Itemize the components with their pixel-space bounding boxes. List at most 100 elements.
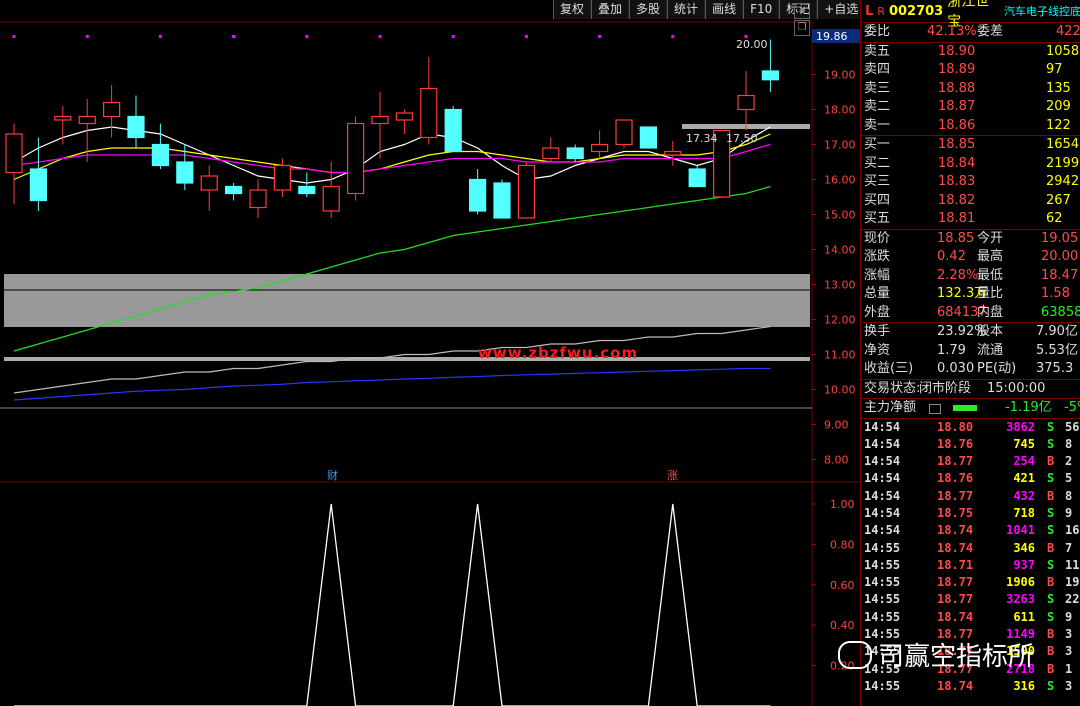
current-price-value: 19.86 bbox=[816, 30, 848, 43]
tick-count: 7 bbox=[1065, 540, 1073, 555]
candle-body bbox=[395, 112, 413, 121]
window-controls: ✕ bbox=[794, 3, 810, 19]
indicator-tick-label: 0.80 bbox=[830, 538, 855, 551]
tick-volume: 3862 bbox=[1006, 419, 1035, 434]
ask-row: 卖五 18.90 1058 bbox=[861, 43, 1080, 62]
tick-time: 14:55 bbox=[864, 592, 901, 607]
netflow-bar bbox=[953, 405, 977, 411]
overlay-button[interactable]: 叠加 bbox=[591, 0, 630, 19]
ask-label: 卖二 bbox=[864, 99, 891, 114]
menu-icon[interactable] bbox=[929, 404, 941, 414]
quote-label: 涨幅 bbox=[864, 267, 891, 283]
candle-body bbox=[371, 115, 389, 125]
ask-price: 18.89 bbox=[938, 62, 976, 77]
quote-row: 涨幅 2.28% 最低 18.47 bbox=[861, 267, 1080, 286]
price-tick-label: 11.00 bbox=[824, 349, 856, 362]
tick-count: 1 bbox=[1065, 661, 1073, 676]
tick-time: 14:55 bbox=[864, 609, 901, 624]
quote-value: 2.28% bbox=[937, 267, 979, 283]
netflow-label: 主力净额 bbox=[864, 400, 917, 415]
bid-row: 买二 18.84 2199 bbox=[861, 155, 1080, 174]
multi-stock-button[interactable]: 多股 bbox=[629, 0, 668, 19]
netflow-pct: -5% bbox=[1064, 400, 1080, 415]
tick-volume: 254 bbox=[1013, 454, 1035, 469]
tick-price: 18.80 bbox=[937, 419, 974, 434]
close-icon[interactable]: ✕ bbox=[794, 3, 810, 19]
tick-side: S bbox=[1047, 557, 1055, 572]
tick-time: 14:55 bbox=[864, 678, 901, 693]
quote-value-2: 638588 bbox=[1041, 304, 1080, 320]
kline-chart-area[interactable]: 19.00 18.00 17.00 16.00 15.00 14.00 13.00 12.00… bbox=[0, 0, 860, 706]
quote-label: 外盘 bbox=[864, 304, 891, 320]
candle-body bbox=[298, 185, 316, 195]
tick-count: 9 bbox=[1065, 609, 1073, 624]
tick-volume: 346 bbox=[1013, 540, 1035, 555]
draw-line-button[interactable]: 画线 bbox=[705, 0, 744, 19]
fin-label-2: 股本 bbox=[977, 324, 1004, 339]
tick-side: B bbox=[1047, 661, 1055, 676]
signal-dot bbox=[598, 35, 602, 38]
price-tick-label: 16.00 bbox=[824, 174, 856, 187]
tick-row: 14:54 18.77 432 B 8 bbox=[861, 488, 1080, 505]
quote-label-2: 今开 bbox=[977, 230, 1004, 246]
tick-price: 18.77 bbox=[937, 488, 974, 503]
quote-label-2: 量比 bbox=[977, 286, 1004, 301]
netflow-value: -1.19亿 bbox=[1005, 400, 1052, 415]
restore-icon[interactable]: ❐ bbox=[794, 20, 810, 36]
tick-volume: 1906 bbox=[1006, 575, 1035, 590]
candle-body bbox=[176, 161, 194, 184]
fundamentals: 换手 23.92% 股本 7.90亿 净资 1.79 流通 5.53亿 收益(三) 0.030 PE… bbox=[861, 323, 1080, 380]
high-price-label: 20.00 bbox=[736, 38, 768, 51]
fin-row: 收益(三) 0.030 PE(动) 375.3 bbox=[861, 360, 1080, 379]
f10-button[interactable]: F10 bbox=[743, 0, 780, 19]
statistics-button[interactable]: 统计 bbox=[667, 0, 706, 19]
tick-row: 14:54 18.74 1041 S 16 bbox=[861, 522, 1080, 539]
tick-volume: 611 bbox=[1013, 609, 1035, 624]
fin-value-2: 375.3 bbox=[1036, 361, 1074, 376]
tick-count: 19 bbox=[1065, 575, 1080, 590]
tick-side: S bbox=[1047, 678, 1055, 693]
tick-count: 8 bbox=[1065, 488, 1073, 503]
fin-row: 净资 1.79 流通 5.53亿 bbox=[861, 342, 1080, 361]
signal-dot bbox=[158, 35, 162, 38]
ask-book: 卖五 18.90 1058 卖四 18.89 97 卖三 18.88 135 卖二 18.87 209… bbox=[861, 43, 1080, 136]
restore-rights-button[interactable]: 复权 bbox=[553, 0, 592, 19]
candle-body bbox=[469, 178, 487, 212]
fin-label: 换手 bbox=[864, 324, 891, 339]
bid-volume: 267 bbox=[1046, 192, 1071, 208]
tick-time: 14:54 bbox=[864, 454, 901, 469]
quote-value-2: 1.58 bbox=[1041, 286, 1070, 301]
bid-label: 买二 bbox=[864, 155, 891, 171]
tick-side: B bbox=[1047, 540, 1055, 555]
ask-price: 18.86 bbox=[938, 117, 976, 133]
tick-time: 14:55 bbox=[864, 575, 901, 590]
bid-volume: 2199 bbox=[1046, 155, 1080, 171]
tick-volume: 745 bbox=[1013, 436, 1035, 451]
chat-bubble-icon bbox=[838, 640, 872, 669]
tick-price: 18.74 bbox=[937, 523, 974, 538]
bid-row: 买一 18.85 1654 bbox=[861, 136, 1080, 155]
tick-side: B bbox=[1047, 488, 1055, 503]
tick-row: 14:55 18.74 316 S 3 bbox=[861, 678, 1080, 695]
bid-label: 买四 bbox=[864, 192, 891, 208]
candle-body bbox=[639, 126, 658, 149]
window-controls-2: ❐ bbox=[794, 20, 810, 36]
bid-price: 18.84 bbox=[938, 155, 976, 171]
rise-marker: 涨 bbox=[667, 469, 678, 482]
tick-count: 11 bbox=[1065, 557, 1080, 572]
tick-volume: 937 bbox=[1013, 557, 1035, 572]
trade-status-value: 闭市阶段 bbox=[919, 380, 972, 396]
bid-row: 买三 18.83 2942 bbox=[861, 173, 1080, 192]
tick-count: 16 bbox=[1065, 523, 1080, 538]
tick-volume: 316 bbox=[1013, 678, 1035, 693]
tick-side: S bbox=[1047, 471, 1055, 486]
signal-dot bbox=[451, 35, 455, 38]
quote-label: 现价 bbox=[864, 230, 891, 246]
bid-row: 买五 18.81 62 bbox=[861, 210, 1080, 229]
add-watchlist-button[interactable]: +自选 bbox=[817, 0, 866, 19]
candle-body bbox=[322, 185, 340, 212]
weibi-row: 委比 42.13% 委差 422 bbox=[861, 23, 1080, 43]
quote-label-2: 最低 bbox=[977, 267, 1004, 283]
fin-label: 收益(三) bbox=[864, 361, 914, 376]
candle-body bbox=[29, 168, 47, 202]
